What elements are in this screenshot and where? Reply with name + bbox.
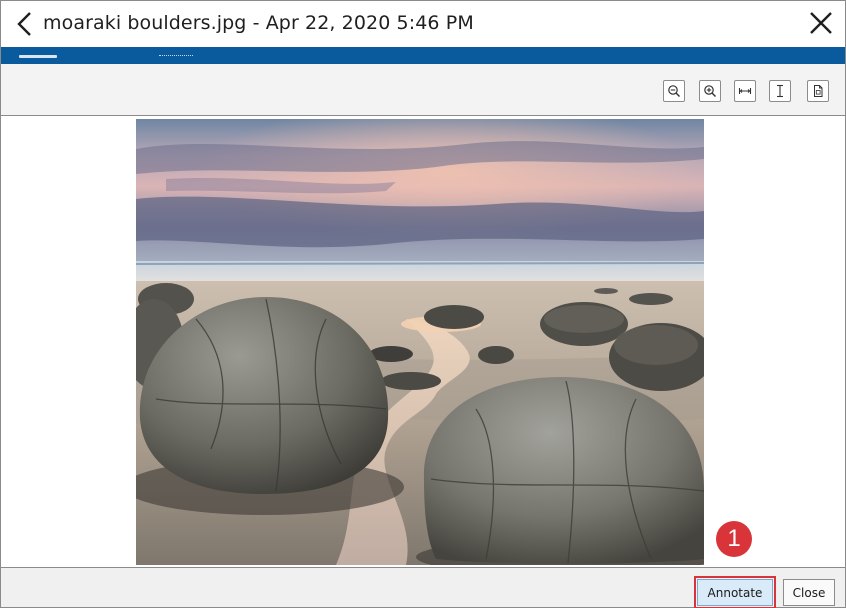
zoom-out-icon <box>668 85 680 97</box>
fit-width-icon <box>738 88 752 94</box>
boulders-photo <box>136 119 704 565</box>
tab-indicator-active[interactable] <box>19 55 57 58</box>
tab-strip <box>1 47 845 64</box>
actual-size-icon <box>814 85 823 97</box>
chevron-left-icon <box>17 12 31 36</box>
zoom-out-button[interactable] <box>663 80 685 102</box>
zoom-in-button[interactable] <box>699 80 721 102</box>
fit-height-icon <box>777 84 783 98</box>
close-window-button[interactable] <box>809 11 833 35</box>
back-button[interactable] <box>15 10 35 38</box>
fit-height-button[interactable] <box>769 80 791 102</box>
window-title: moaraki boulders.jpg - Apr 22, 2020 5:46… <box>43 12 474 34</box>
actual-size-button[interactable] <box>807 80 829 102</box>
fit-width-button[interactable] <box>734 80 756 102</box>
viewer-toolbar <box>1 64 845 116</box>
title-bar: moaraki boulders.jpg - Apr 22, 2020 5:46… <box>1 1 845 47</box>
image-viewport <box>1 117 845 567</box>
close-icon <box>810 12 832 34</box>
dialog-footer: Annotate Close <box>1 567 845 608</box>
step-callout-badge: 1 <box>716 521 752 557</box>
annotate-button[interactable]: Annotate <box>694 576 776 608</box>
close-button[interactable]: Close <box>783 579 835 606</box>
zoom-in-icon <box>704 85 716 97</box>
image-viewer-window: moaraki boulders.jpg - Apr 22, 2020 5:46… <box>0 0 846 608</box>
tab-indicator-inactive[interactable] <box>159 55 193 56</box>
